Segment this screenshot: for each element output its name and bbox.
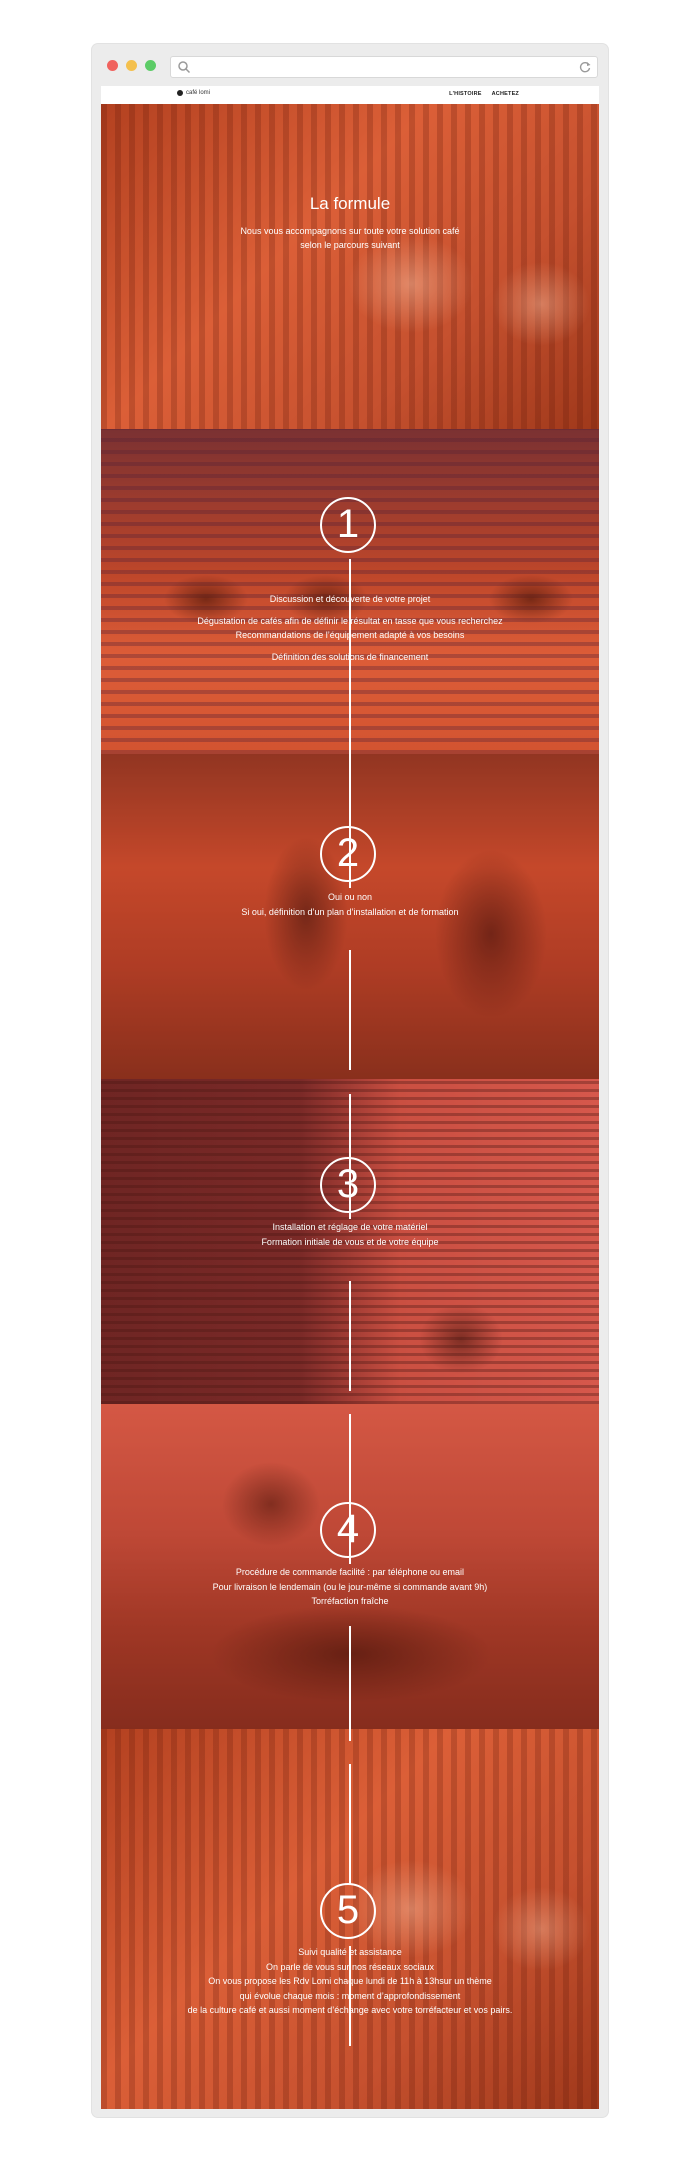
step-number-3: 3 [320,1157,376,1213]
address-bar[interactable] [170,56,598,78]
step-line: Installation et réglage de votre matérie… [272,1222,428,1232]
maximize-window-button[interactable] [145,60,156,71]
step-number-1: 1 [320,497,376,553]
step-line: On parle de vous sur nos réseaux sociaux [265,1961,435,1972]
page-content: La formule Nous vous accompagnons sur to… [101,104,599,2109]
nav-link-achetez[interactable]: ACHETEZ [492,91,519,97]
step-line: qui évolue chaque mois : moment d’approf… [239,1990,461,2001]
timeline-line [349,950,351,1070]
step-spacer [101,607,599,614]
step-description-3: Installation et réglage de votre matérie… [101,1220,599,1249]
step-number-text: 3 [336,1162,360,1206]
timeline-line [349,1626,351,1741]
step-line: Oui ou non [327,892,373,902]
minimize-window-button[interactable] [126,60,137,71]
nav-link-histoire[interactable]: L'HISTOIRE [449,91,482,97]
logo-icon [177,90,183,96]
browser-window: café lomi L'HISTOIRE ACHETEZ La formule … [92,44,608,2117]
step-description-4: Procédure de commande facilité : par tél… [101,1565,599,1609]
step-line: Dégustation de cafés afin de définir le … [197,615,503,626]
hero-subtitle-line: selon le parcours suivant [300,240,400,250]
site-navbar: café lomi L'HISTOIRE ACHETEZ [101,86,599,103]
reload-icon[interactable] [578,60,592,74]
step-number-text: 5 [336,1888,360,1932]
step-description-5: Suivi qualité et assistance On parle de … [101,1945,599,2018]
step-line: Recommandations de l’équipement adapté à… [235,630,465,640]
step-number-text: 1 [336,502,360,546]
site-logo[interactable]: café lomi [177,90,210,96]
hero-subtitle-line: Nous vous accompagnons sur toute votre s… [240,226,460,236]
step-number-text: 2 [336,831,360,875]
step-line: de la culture café et aussi moment d’éch… [187,2005,513,2015]
step-description-2: Oui ou non Si oui, définition d’un plan … [101,890,599,919]
step-line: Suivi qualité et assistance [298,1947,402,1957]
step-line: Torréfaction fraîche [311,1596,389,1606]
step-line: Procédure de commande facilité : par tél… [235,1567,465,1577]
nav-links: L'HISTOIRE ACHETEZ [449,91,519,97]
step-line: Formation initiale de vous et de votre é… [261,1236,439,1247]
step-number-2: 2 [320,826,376,882]
close-window-button[interactable] [107,60,118,71]
browser-titlebar [92,44,608,86]
step-number-4: 4 [320,1502,376,1558]
search-icon [178,61,191,74]
color-overlay [101,104,599,429]
step-line: On vous propose les Rdv Lomi chaque lund… [208,1976,492,1986]
step-line: Définition des solutions de financement [271,651,429,662]
logo-text: café lomi [186,90,211,96]
step-line: Pour livraison le lendemain (ou le jour-… [212,1581,488,1592]
web-page: café lomi L'HISTOIRE ACHETEZ La formule … [101,86,599,2109]
step-number-text: 4 [336,1507,360,1551]
timeline-line [349,1764,351,1884]
step-description-1: Discussion et découverte de votre projet… [101,592,599,664]
step-line: Si oui, définition d’un plan d’installat… [241,906,459,917]
page-title: La formule [309,194,391,213]
step-spacer [101,643,599,650]
step-line: Discussion et découverte de votre projet [269,594,431,604]
hero-section: La formule Nous vous accompagnons sur to… [101,104,599,429]
timeline-line [349,1281,351,1391]
step-number-5: 5 [320,1883,376,1939]
hero-subtitle: Nous vous accompagnons sur toute votre s… [101,224,599,252]
